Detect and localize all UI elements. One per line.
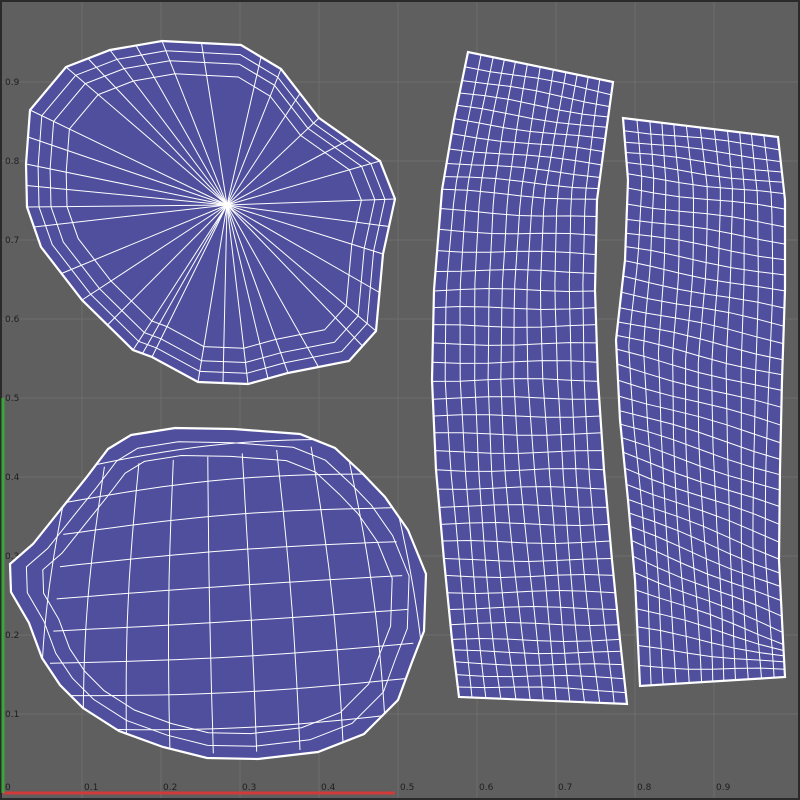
u-tick-label: 0.9: [716, 783, 731, 793]
v-tick-label: 0.9: [5, 78, 20, 88]
v-tick-label: 0.1: [5, 710, 19, 720]
uv-shell-strip-left[interactable]: [430, 50, 629, 706]
u-tick-label: 0.5: [400, 783, 414, 793]
u-tick-label: 0.8: [637, 783, 652, 793]
uv-canvas[interactable]: 0 0.1 0.2 0.3 0.4 0.5 0.6 0.7 0.8 0.90.10.20.30.4…: [0, 0, 800, 800]
v-tick-label: 0.6: [5, 315, 20, 325]
uv-shell-strip-right[interactable]: [614, 116, 787, 688]
v-tick-label: 0.2: [5, 631, 19, 641]
uv-viewport[interactable]: 0 0.1 0.2 0.3 0.4 0.5 0.6 0.7 0.8 0.9 0.1 0.2 0.3 0.4…: [0, 0, 800, 800]
v-tick-label: 0.8: [5, 157, 20, 167]
u-tick-label: 0.6: [479, 783, 494, 793]
v-tick-label: 0.7: [5, 236, 19, 246]
u-tick-label: 0.7: [558, 783, 572, 793]
v-tick-label: 0.5: [5, 394, 19, 404]
v-tick-label: 0.4: [5, 473, 20, 483]
